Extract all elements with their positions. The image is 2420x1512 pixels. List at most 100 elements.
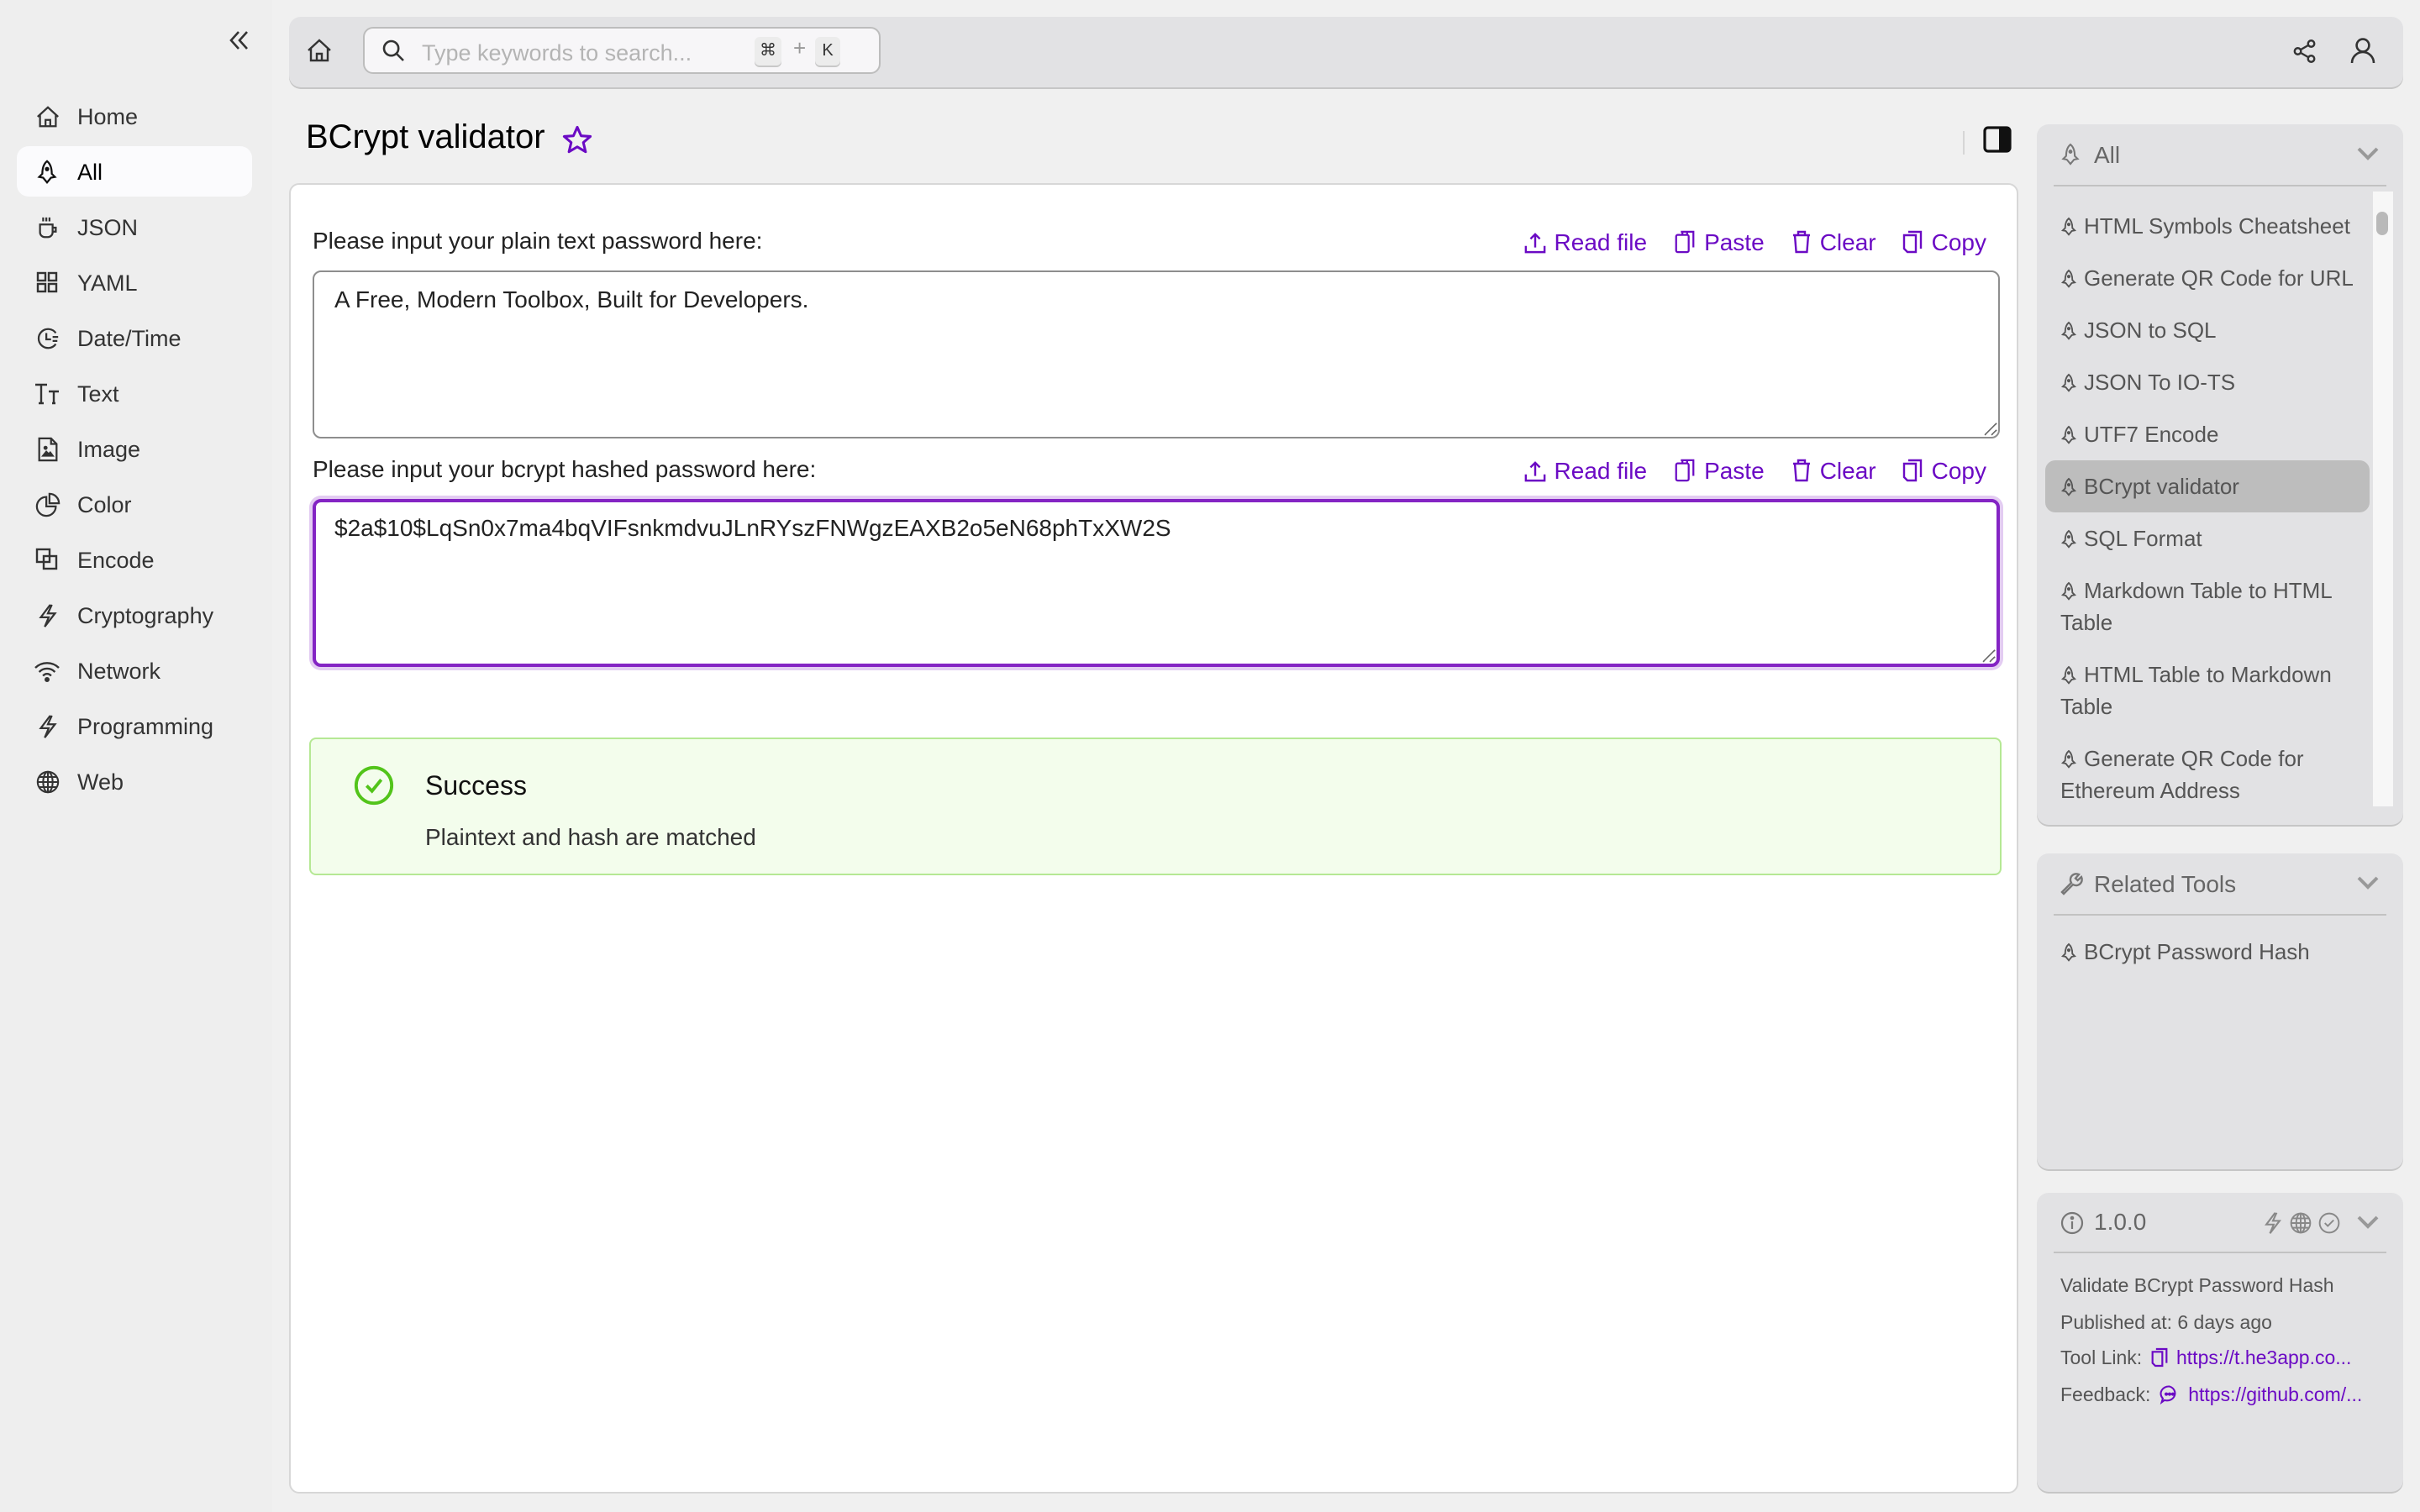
plain-paste-button[interactable]: Paste	[1674, 228, 1765, 255]
rocket-icon	[2060, 425, 2077, 445]
rocket-icon	[2060, 217, 2077, 237]
tool-item[interactable]: Generate QR Code for URL	[2045, 252, 2370, 304]
tool-item[interactable]: Generate QR Code for Ethereum Address	[2045, 732, 2370, 815]
sidebar-item-yaml[interactable]: YAML	[17, 257, 252, 307]
sidebar-item-programming[interactable]: Programming	[17, 701, 252, 751]
tool-label: JSON To IO-TS	[2084, 370, 2236, 395]
sidebar-item-home[interactable]: Home	[17, 91, 252, 141]
double-chevron-left-icon	[229, 31, 248, 50]
shortcut-key-k: K	[815, 37, 840, 66]
sidebar-item-label: Image	[77, 436, 141, 461]
search-box[interactable]: ⌘ + K	[363, 27, 881, 74]
pie-icon	[34, 491, 60, 517]
feedback-link[interactable]: https://github.com/...	[2188, 1385, 2362, 1405]
grid-icon	[34, 269, 60, 296]
hash-input[interactable]	[313, 499, 2000, 667]
chevron-down-icon[interactable]	[2356, 875, 2380, 890]
tool-item[interactable]: Markdown Table to HTML Table	[2045, 564, 2370, 648]
tool-link[interactable]: https://t.he3app.co...	[2176, 1349, 2351, 1369]
copy-icon	[1903, 459, 1923, 482]
rocket-icon	[2060, 143, 2081, 166]
sidebar-item-label: Color	[77, 491, 132, 517]
sidebar-item-date-time[interactable]: Date/Time	[17, 312, 252, 363]
action-label: Clear	[1819, 228, 1876, 255]
copy-icon	[2151, 1347, 2168, 1368]
action-label: Read file	[1554, 457, 1648, 484]
wrench-icon	[2060, 872, 2084, 895]
sidebar-item-image[interactable]: Image	[17, 423, 252, 474]
page-title: BCrypt validator	[306, 119, 545, 156]
share-button[interactable]	[2292, 39, 2319, 66]
copy-icon	[1903, 230, 1923, 254]
hash-read-file-button[interactable]: Read file	[1524, 457, 1648, 484]
text-size-icon	[34, 380, 60, 407]
star-icon	[562, 125, 592, 154]
tool-item[interactable]: BCrypt Password Hash	[2045, 926, 2386, 978]
chevron-down-icon[interactable]	[2356, 1215, 2380, 1230]
divider	[2054, 914, 2386, 916]
all-tools-panel: All HTML Symbols Cheatsheet Generate QR …	[2037, 124, 2403, 825]
tool-item[interactable]: HTML Table to Markdown Table	[2045, 648, 2370, 732]
rocket-icon	[2060, 942, 2077, 963]
published-date: Published at: 6 days ago	[2060, 1313, 2272, 1333]
tool-info-header[interactable]: 1.0.0	[2037, 1193, 2403, 1253]
plain-password-actions: Read file Paste Clear Copy	[1497, 228, 1986, 255]
hash-paste-button[interactable]: Paste	[1674, 457, 1765, 484]
alert-title: Success	[425, 773, 527, 801]
scrollbar-thumb[interactable]	[2376, 212, 2388, 235]
rocket-icon	[2060, 749, 2077, 769]
sidebar-item-label: YAML	[77, 270, 138, 295]
tool-item[interactable]: SQL Format	[2045, 512, 2370, 564]
plain-copy-button[interactable]: Copy	[1903, 228, 1986, 255]
sidebar-item-network[interactable]: Network	[17, 645, 252, 696]
sidebar-item-label: Home	[77, 103, 139, 129]
user-account-button[interactable]	[2349, 37, 2380, 67]
plain-password-input[interactable]	[313, 270, 2000, 438]
hash-clear-button[interactable]: Clear	[1791, 457, 1876, 484]
globe-icon	[34, 768, 60, 795]
tool-item[interactable]: JSON to SQL	[2045, 304, 2370, 356]
chat-bubble-icon	[2160, 1384, 2176, 1404]
sidebar-item-encode[interactable]: Encode	[17, 534, 252, 585]
sidebar-item-label: Web	[77, 769, 124, 794]
action-label: Copy	[1931, 457, 1986, 484]
chevron-down-icon[interactable]	[2356, 146, 2380, 161]
plain-password-label: Please input your plain text password he…	[313, 227, 763, 254]
toggle-right-panel-button[interactable]	[1983, 126, 2013, 156]
sidebar-item-color[interactable]: Color	[17, 479, 252, 529]
sidebar-item-text[interactable]: Text	[17, 368, 252, 418]
tool-label: HTML Symbols Cheatsheet	[2084, 213, 2350, 239]
tool-item[interactable]: JSON To IO-TS	[2045, 356, 2370, 408]
tool-label: BCrypt Password Hash	[2084, 939, 2310, 964]
sidebar-item-cryptography[interactable]: Cryptography	[17, 590, 252, 640]
sidebar-item-all[interactable]: All	[17, 146, 252, 197]
search-input[interactable]	[418, 35, 744, 69]
sidebar-item-json[interactable]: JSON	[17, 202, 252, 252]
plain-read-file-button[interactable]: Read file	[1524, 228, 1647, 255]
divider	[2054, 185, 2386, 186]
tool-label: Generate QR Code for Ethereum Address	[2060, 746, 2304, 803]
sidebar-item-web[interactable]: Web	[17, 756, 252, 806]
tool-item[interactable]: UTF7 Encode	[2045, 408, 2370, 460]
tool-label: Generate QR Code for URL	[2084, 265, 2354, 291]
app-window: Home All JSON YAML Date/Time Text Image …	[0, 0, 2420, 1512]
tool-label: Markdown Table to HTML Table	[2060, 578, 2332, 635]
sidebar: Home All JSON YAML Date/Time Text Image …	[0, 0, 272, 1512]
home-icon	[34, 102, 60, 129]
all-tools-header[interactable]: All	[2037, 124, 2403, 185]
action-label: Copy	[1931, 228, 1986, 255]
upload-icon	[1524, 460, 1545, 481]
favorite-button[interactable]	[561, 124, 593, 156]
rocket-icon	[2060, 477, 2077, 497]
upload-icon	[1524, 232, 1545, 253]
search-icon	[381, 39, 405, 62]
collapse-sidebar-button[interactable]	[222, 24, 255, 57]
tool-item-active[interactable]: BCrypt validator	[2045, 460, 2370, 512]
hash-copy-button[interactable]: Copy	[1903, 457, 1986, 484]
related-tools-header[interactable]: Related Tools	[2037, 853, 2403, 914]
plain-clear-button[interactable]: Clear	[1791, 228, 1876, 255]
scrollbar-track[interactable]	[2373, 192, 2393, 806]
tool-item[interactable]: HTML Symbols Cheatsheet	[2045, 200, 2370, 252]
tool-card: Please input your plain text password he…	[289, 183, 2018, 1494]
home-button[interactable]	[306, 37, 336, 67]
